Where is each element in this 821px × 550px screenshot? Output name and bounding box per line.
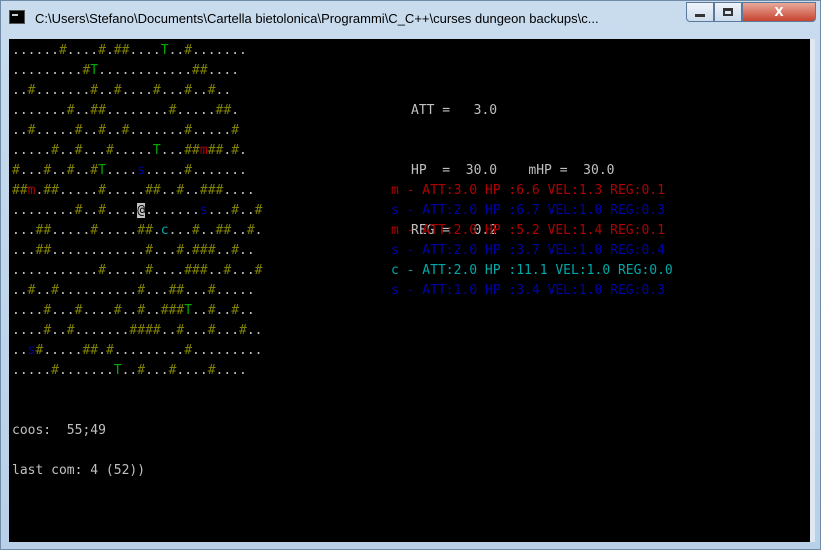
map-row: #...#..#..#T....s.....#....... — [12, 163, 247, 178]
close-icon: X — [774, 5, 784, 19]
map-row: .....#..#...#.....T...##m##.#. — [12, 143, 247, 158]
map-row: ..#.......#..#....#...#..#.. — [12, 83, 232, 98]
map-row: ..s#.....##.#.........#......... — [12, 343, 263, 358]
map-row: ....#..#.......####..#...#...#.. — [12, 323, 263, 338]
window-title: C:\Users\Stefano\Documents\Cartella biet… — [35, 11, 599, 26]
maximize-button[interactable] — [714, 2, 742, 22]
map-row: ........#..#....@.......s...#..# — [12, 203, 263, 218]
map-row: ##m.##.....#.....##..#..###.... — [12, 183, 255, 198]
map-row: ....#...#....#..#..###T..#..#.. — [12, 303, 255, 318]
map-row: ...##............#...#.###..#.. — [12, 243, 255, 258]
monster-entry: m - ATT:3.0 HP :6.6 VEL:1.3 REG:0.1 — [391, 183, 665, 198]
monster-entry: s - ATT:2.0 HP :6.7 VEL:1.0 REG:0.3 — [391, 203, 665, 218]
title-bar[interactable]: C:\Users\Stefano\Documents\Cartella biet… — [1, 1, 820, 37]
coordinates-readout: coos: 55;49 — [12, 423, 106, 438]
map-row: .......#..##........#.....##. — [12, 103, 240, 118]
vertical-scrollbar[interactable] — [810, 39, 815, 542]
minimize-button[interactable] — [686, 2, 714, 22]
hp-stat: HP = 30.0 mHP = 30.0 — [411, 163, 615, 178]
close-button[interactable]: X — [742, 2, 816, 22]
monster-entry: m - ATT:2.0 HP :5.2 VEL:1.4 REG:0.1 — [391, 223, 665, 238]
map-row: ......#....#.##....T..#....... — [12, 43, 247, 58]
map-row: .....#.......T..#...#....#.... — [12, 363, 247, 378]
dungeon-map: ......#....#.##....T..#....... .........#… — [12, 41, 263, 381]
console-app-icon[interactable] — [9, 10, 25, 24]
map-row: ...........#.....#....###..#...# — [12, 263, 263, 278]
map-row: ..#..#..........#...##...#..... — [12, 283, 255, 298]
maximize-icon — [723, 8, 733, 16]
map-row: ..#.....#..#..#.......#.....# — [12, 123, 240, 138]
att-stat: ATT = 3.0 — [411, 103, 498, 118]
monster-entry: c - ATT:2.0 HP :11.1 VEL:1.0 REG:0.0 — [391, 263, 673, 278]
map-row: .........#T............##.... — [12, 63, 240, 78]
console-window: C:\Users\Stefano\Documents\Cartella biet… — [0, 0, 821, 550]
last-command-readout: last com: 4 (52)) — [12, 463, 146, 478]
monster-entry: s - ATT:2.0 HP :3.7 VEL:1.0 REG:0.4 — [391, 243, 665, 258]
monster-entry: s - ATT:1.0 HP :3.4 VEL:1.0 REG:0.3 — [391, 283, 665, 298]
console-area[interactable]: ......#....#.##....T..#....... .........#… — [9, 39, 810, 542]
minimize-icon — [695, 13, 705, 17]
monster-list: m - ATT:3.0 HP :6.6 VEL:1.3 REG:0.1 s - A… — [391, 181, 673, 301]
map-row: ...##.....#.....##.c...#..##..#. — [12, 223, 263, 238]
